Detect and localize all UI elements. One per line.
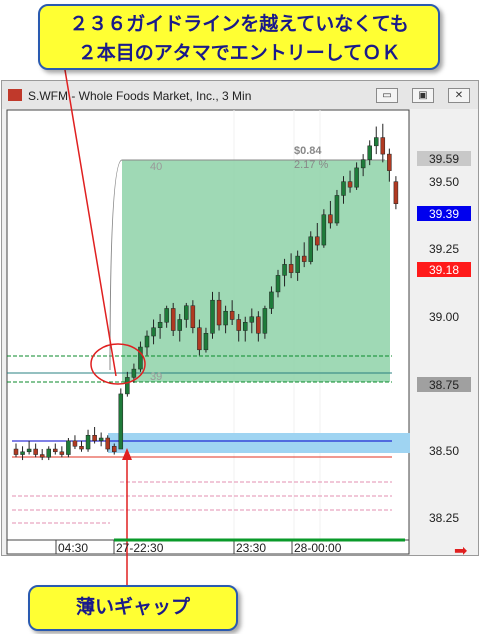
candlestick-chart[interactable]: $0.84 2.17 % 40 39 39.50 39.25 39.00 38.… [0,0,480,634]
price-axis: 39.50 39.25 39.00 38.50 38.25 39.59 39.3… [417,151,471,525]
pnl-value: $0.84 [294,145,322,157]
candle-body [157,321,163,329]
candle-body [367,145,372,160]
pnl-percent: 2.17 % [294,159,328,171]
candle-body [184,305,189,320]
candle-body [301,255,307,262]
candle-body [275,275,281,293]
candle-body [210,299,215,334]
gap-zone [108,433,410,453]
candle-body [85,435,91,450]
candle-body [112,446,117,453]
candle-body [282,264,287,276]
candle-body [13,448,19,455]
candle-body [236,319,241,331]
candle-body [380,137,386,155]
trade-label-top: 40 [150,161,162,173]
candle-body [256,316,261,334]
candle-body [164,308,169,323]
candle-body [374,137,379,147]
annotation-callout-top: ２３６ガイドラインを越えていなくても ２本目のアタマでエントリーしてＯＫ [38,4,440,70]
callout-bottom-text: 薄いギャップ [75,596,190,618]
candle-body [125,377,130,395]
price-badge-bid-label: 39.18 [429,263,459,277]
candle-body [321,214,327,246]
time-label: 28-00:00 [294,541,342,555]
candle-body [328,214,333,224]
price-tick-label: 38.50 [429,444,459,458]
candle-body [288,264,294,273]
candle-body [262,308,268,334]
candle-body [118,393,124,450]
candle-body [20,451,25,455]
candle-body [308,236,313,262]
candle-body [341,181,346,196]
time-label: 27-22:30 [116,541,164,555]
candle-body [59,451,65,455]
candle-body [53,448,58,453]
price-badge-ask-label: 39.39 [429,207,459,221]
price-badge-high-label: 39.59 [429,152,459,166]
candle-body [144,335,150,348]
candle-body [223,310,228,326]
annotation-callout-bottom: 薄いギャップ [28,585,238,631]
candle-body [26,448,32,453]
candle-body [170,308,176,331]
candle-body [315,236,320,246]
candle-body [105,437,110,450]
time-label: 04:30 [58,541,88,555]
candle-body [131,368,137,378]
candle-body [216,299,222,326]
candle-body [66,440,71,455]
candle-body [151,327,156,337]
candle-body [360,159,366,169]
candle-body [138,346,143,370]
candle-body [347,181,353,188]
candle-body [203,333,209,351]
candle-body [177,319,182,331]
callout-top-line2: ２本目のアタマでエントリーしてＯＫ [77,42,401,64]
price-tick-label: 39.25 [429,242,459,256]
candle-body [197,327,202,351]
candle-body [46,448,51,458]
candle-body [249,316,255,323]
candle-body [92,435,97,442]
candle-body [33,448,38,455]
candle-body [243,321,248,331]
candle-body [354,167,359,188]
price-tick-label: 39.00 [429,310,459,324]
trade-label-bottom: 39 [150,371,162,383]
candle-body [269,291,274,309]
candle-body [295,255,300,273]
trade-profit-box [122,160,390,382]
price-tick-label: 39.50 [429,175,459,189]
candle-body [190,305,196,329]
candle-body [39,454,45,458]
candle-body [98,437,104,442]
price-badge-entry-label: 38.75 [429,378,459,392]
time-label: 23:30 [236,541,266,555]
candle-body [229,310,235,320]
candle-body [72,440,78,447]
price-tick-label: 38.25 [429,511,459,525]
candle-body [334,195,340,224]
candle-body [387,153,392,171]
candle-body [393,181,399,204]
callout-top-line1: ２３６ガイドラインを越えていなくても [69,13,409,35]
candle-body [79,446,84,450]
